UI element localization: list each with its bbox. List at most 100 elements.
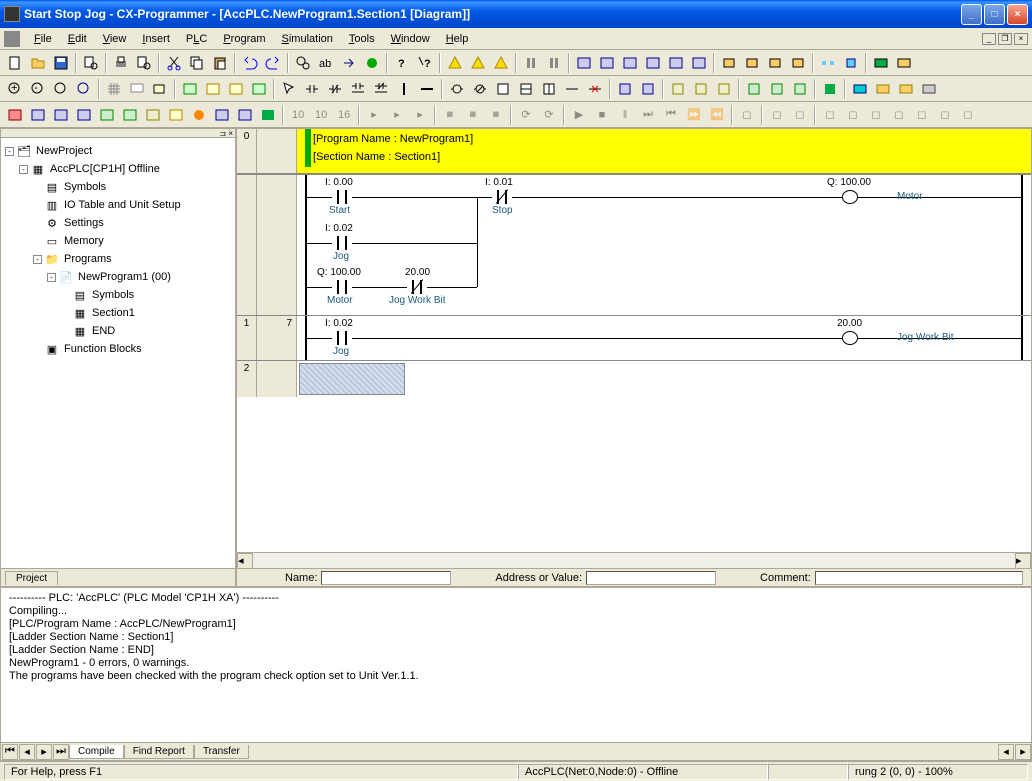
- zoom-in-icon[interactable]: +: [4, 78, 26, 100]
- nav-icon[interactable]: [361, 52, 383, 74]
- warn2-icon[interactable]: [467, 52, 489, 74]
- step2-icon[interactable]: ⏮: [660, 104, 682, 126]
- tree-symbols[interactable]: Symbols: [62, 181, 108, 193]
- comment-field[interactable]: [815, 571, 1023, 585]
- help-icon[interactable]: ?: [391, 52, 413, 74]
- play-icon[interactable]: ▶: [568, 104, 590, 126]
- warn3-icon[interactable]: [490, 52, 512, 74]
- dbg5-icon[interactable]: ◾: [462, 104, 484, 126]
- find-icon[interactable]: [292, 52, 314, 74]
- output-scroll-right[interactable]: ▸: [1015, 744, 1031, 760]
- view1-icon[interactable]: [179, 78, 201, 100]
- rung-2[interactable]: 2: [237, 361, 1031, 397]
- misc10-icon[interactable]: ◻: [957, 104, 979, 126]
- zoom-100-icon[interactable]: [73, 78, 95, 100]
- window4-icon[interactable]: [642, 52, 664, 74]
- tool-c-icon[interactable]: [667, 78, 689, 100]
- stop-icon[interactable]: ■: [591, 104, 613, 126]
- window1-icon[interactable]: [573, 52, 595, 74]
- new-icon[interactable]: [4, 52, 26, 74]
- print-preview-icon[interactable]: [80, 52, 102, 74]
- menu-tools[interactable]: Tools: [341, 31, 383, 47]
- chip2-icon[interactable]: [741, 52, 763, 74]
- tab-nav-next[interactable]: ▸: [36, 744, 52, 760]
- func-icon[interactable]: [492, 78, 514, 100]
- warn1-icon[interactable]: [444, 52, 466, 74]
- dbg6-icon[interactable]: ◾: [485, 104, 507, 126]
- tool-f-icon[interactable]: [743, 78, 765, 100]
- save-icon[interactable]: [50, 52, 72, 74]
- mdi-minimize[interactable]: _: [982, 33, 996, 45]
- contact-jog2[interactable]: [332, 331, 352, 345]
- contact-motor-aux[interactable]: [332, 280, 352, 294]
- dbg2-icon[interactable]: ▸: [386, 104, 408, 126]
- dbg8-icon[interactable]: ⟳: [538, 104, 560, 126]
- view2-icon[interactable]: [202, 78, 224, 100]
- misc7-icon[interactable]: ◻: [888, 104, 910, 126]
- coil-motor[interactable]: [842, 190, 858, 204]
- func3-icon[interactable]: [538, 78, 560, 100]
- sim1-icon[interactable]: [4, 104, 26, 126]
- sim7-icon[interactable]: [142, 104, 164, 126]
- window2-icon[interactable]: [596, 52, 618, 74]
- dbg4-icon[interactable]: ◾: [439, 104, 461, 126]
- vert-icon[interactable]: [393, 78, 415, 100]
- menu-window[interactable]: Window: [383, 31, 438, 47]
- menu-edit[interactable]: Edit: [60, 31, 95, 47]
- contact-start[interactable]: [332, 190, 352, 204]
- context-help-icon[interactable]: ?: [414, 52, 436, 74]
- misc3-icon[interactable]: ◻: [789, 104, 811, 126]
- name-field[interactable]: [321, 571, 451, 585]
- coil-jwb[interactable]: [842, 331, 858, 345]
- pause2-icon[interactable]: [543, 52, 565, 74]
- panel-handle[interactable]: ⊐ ×: [1, 129, 235, 138]
- misc2-icon[interactable]: ◻: [766, 104, 788, 126]
- misc4-icon[interactable]: ◻: [819, 104, 841, 126]
- func2-icon[interactable]: [515, 78, 537, 100]
- sim3-icon[interactable]: [50, 104, 72, 126]
- coil-icon[interactable]: [446, 78, 468, 100]
- tree-section1[interactable]: Section1: [90, 307, 137, 319]
- contact-jwb-nc[interactable]: [407, 280, 427, 294]
- net1-icon[interactable]: [817, 52, 839, 74]
- tree-plc[interactable]: AccPLC[CP1H] Offline: [48, 163, 162, 175]
- sim10-icon[interactable]: [211, 104, 233, 126]
- tool-b-icon[interactable]: [637, 78, 659, 100]
- sim8-icon[interactable]: [165, 104, 187, 126]
- horiz-icon[interactable]: [416, 78, 438, 100]
- show-icon[interactable]: [149, 78, 171, 100]
- xfer2-icon[interactable]: [893, 52, 915, 74]
- sim12-icon[interactable]: [257, 104, 279, 126]
- rung-0[interactable]: 0 [Program Name : NewProgram1] [Section …: [237, 129, 1031, 174]
- tree-end[interactable]: END: [90, 325, 117, 337]
- sim9-icon[interactable]: [188, 104, 210, 126]
- contact-stop[interactable]: [492, 190, 512, 204]
- step3-icon[interactable]: ⏩: [683, 104, 705, 126]
- goto-icon[interactable]: [338, 52, 360, 74]
- menu-help[interactable]: Help: [438, 31, 477, 47]
- misc9-icon[interactable]: ◻: [934, 104, 956, 126]
- tab-nav-first[interactable]: ⏮: [2, 744, 18, 760]
- select-icon[interactable]: [278, 78, 300, 100]
- step4-icon[interactable]: ⏪: [706, 104, 728, 126]
- tool-k-icon[interactable]: [872, 78, 894, 100]
- cut-icon[interactable]: [163, 52, 185, 74]
- pause1-icon[interactable]: [520, 52, 542, 74]
- contact-no-icon[interactable]: [301, 78, 323, 100]
- dbg3-icon[interactable]: ▸: [409, 104, 431, 126]
- chip3-icon[interactable]: [764, 52, 786, 74]
- tree-prog-symbols[interactable]: Symbols: [90, 289, 136, 301]
- close-button[interactable]: ×: [1007, 4, 1028, 25]
- tool-l-icon[interactable]: [895, 78, 917, 100]
- xfer1-icon[interactable]: [870, 52, 892, 74]
- misc5-icon[interactable]: ◻: [842, 104, 864, 126]
- rung-1[interactable]: 1 7 I: 0.02 Jog 20.00 Jog Work Bit: [237, 316, 1031, 361]
- contact-nc-icon[interactable]: [324, 78, 346, 100]
- bin-icon[interactable]: 10: [287, 104, 309, 126]
- tab-nav-prev[interactable]: ◂: [19, 744, 35, 760]
- output-content[interactable]: ---------- PLC: 'AccPLC' (PLC Model 'CP1…: [1, 588, 1031, 742]
- grid-icon[interactable]: [103, 78, 125, 100]
- sim6-icon[interactable]: [119, 104, 141, 126]
- dbg1-icon[interactable]: ▸: [363, 104, 385, 126]
- menu-simulation[interactable]: Simulation: [274, 31, 341, 47]
